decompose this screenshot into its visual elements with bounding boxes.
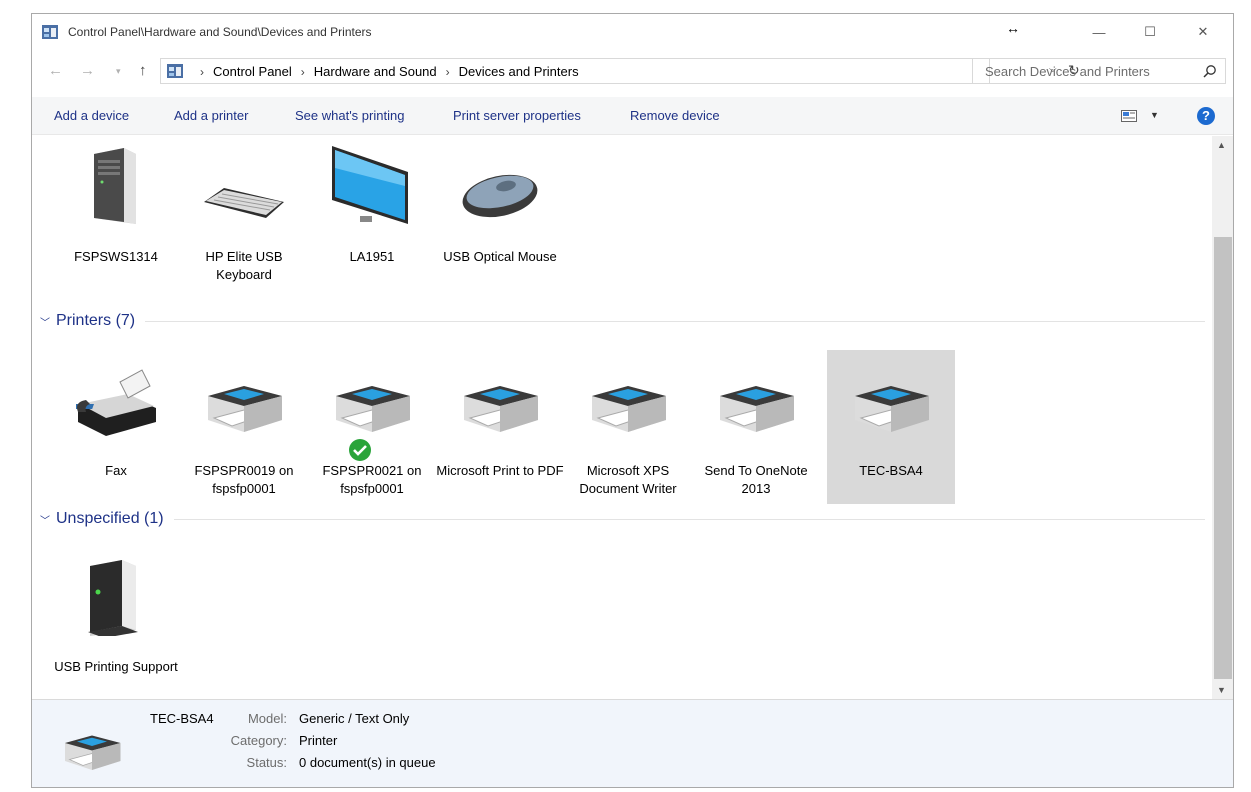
change-view-icon[interactable] [1121, 110, 1137, 122]
default-printer-check-icon [349, 439, 371, 461]
device-tile-hp-elite-usb-keyboard[interactable]: HP Elite USB Keyboard [180, 136, 308, 290]
printer-label: FSPSPR0021 on fspsfp0001 [322, 463, 422, 496]
unspecified-group-title: Unspecified (1) [56, 510, 164, 527]
scroll-down-arrow-icon[interactable]: ▼ [1217, 685, 1226, 695]
category-key: Category: [230, 733, 287, 748]
printer-label: Microsoft Print to PDF [436, 463, 564, 478]
close-button[interactable]: ✕ [1180, 14, 1226, 50]
fax-icon [76, 369, 156, 436]
device-tile-usb-printing-support[interactable]: USB Printing Support [52, 546, 180, 699]
search-placeholder: Search Devices and Printers [985, 64, 1150, 79]
collapse-chevron-icon[interactable]: ﹀ [40, 512, 50, 527]
model-value: Generic / Text Only [299, 711, 410, 726]
breadcrumb-devices-and-printers[interactable]: Devices and Printers [459, 64, 579, 79]
see-whats-printing-button[interactable]: See what's printing [295, 108, 404, 123]
print-server-properties-button[interactable]: Print server properties [453, 108, 581, 123]
device-label: USB Printing Support [54, 659, 178, 674]
monitor-icon [332, 146, 408, 224]
category-value: Printer [299, 733, 338, 748]
printer-tile-send-to-onenote-2013[interactable]: Send To OneNote 2013 [692, 350, 820, 504]
remove-device-button[interactable]: Remove device [630, 108, 720, 123]
printer-label: Fax [105, 463, 127, 478]
view-options-chevron-icon[interactable]: ▼ [1150, 110, 1159, 120]
computer-tower-icon [94, 148, 136, 224]
search-icon[interactable] [1203, 64, 1217, 78]
usb-device-icon [88, 560, 138, 636]
printer-tile-tec-bsa4[interactable]: TEC-BSA4 [827, 350, 955, 504]
navigation-bar: ← → ▾ ↑ › Control Panel › Hardware and S… [32, 51, 1233, 93]
status-key: Status: [246, 755, 287, 770]
device-label: HP Elite USB Keyboard [205, 249, 283, 282]
device-label: FSPSWS1314 [74, 249, 158, 264]
printers-group-title: Printers (7) [56, 312, 136, 329]
resize-cursor-icon: ↔ [1006, 20, 1020, 36]
model-label: Model: [247, 711, 287, 726]
device-tile-fspsws1314[interactable]: FSPSWS1314 [52, 136, 180, 290]
breadcrumb-separator-icon[interactable]: › [200, 65, 204, 79]
collapse-chevron-icon[interactable]: ﹀ [40, 314, 50, 329]
devices-and-printers-window: Control Panel\Hardware and Sound\Devices… [31, 13, 1234, 788]
maximize-button[interactable]: ☐ [1127, 14, 1173, 50]
printer-icon [336, 386, 410, 432]
printer-label: TEC-BSA4 [859, 463, 923, 478]
mouse-icon [462, 174, 538, 218]
recent-locations-chevron-icon[interactable]: ▾ [116, 66, 121, 77]
device-label: USB Optical Mouse [443, 249, 557, 264]
breadcrumb-separator-icon[interactable]: › [446, 65, 450, 79]
printer-icon [65, 735, 121, 770]
details-pane: TEC-BSA4 Model: Generic / Text Only Cate… [32, 699, 1233, 787]
command-bar: Add a device Add a printer See what's pr… [32, 97, 1233, 135]
printer-icon [464, 386, 538, 432]
device-label: LA1951 [349, 249, 395, 264]
printer-tile-microsoft-xps-document-writer[interactable]: Microsoft XPS Document Writer [564, 350, 692, 504]
control-panel-icon [167, 64, 183, 78]
printers-group-header[interactable]: ﹀ Printers (7) [40, 310, 1205, 332]
scroll-up-arrow-icon[interactable]: ▲ [1217, 140, 1226, 150]
device-tile-la1951[interactable]: LA1951 [308, 136, 436, 290]
printer-icon [855, 386, 929, 432]
printer-tile-microsoft-print-to-pdf[interactable]: Microsoft Print to PDF [436, 350, 564, 504]
printer-tile-fspspr0019[interactable]: FSPSPR0019 on fspsfp0001 [180, 350, 308, 504]
device-tile-usb-optical-mouse[interactable]: USB Optical Mouse [436, 136, 564, 290]
breadcrumb: › Control Panel › Hardware and Sound › D… [191, 64, 579, 79]
printer-icon [208, 386, 282, 432]
printer-icon [592, 386, 666, 432]
breadcrumb-control-panel[interactable]: Control Panel [213, 64, 292, 79]
add-printer-button[interactable]: Add a printer [174, 108, 248, 123]
group-divider [145, 320, 1205, 322]
unspecified-group-header[interactable]: ﹀ Unspecified (1) [40, 508, 1205, 530]
status-value: 0 document(s) in queue [299, 755, 436, 770]
vertical-scrollbar[interactable]: ▲ ▼ [1212, 136, 1233, 699]
window-title: Control Panel\Hardware and Sound\Devices… [68, 25, 372, 39]
minimize-button[interactable]: — [1076, 14, 1122, 50]
model-key: Model: [147, 711, 287, 726]
help-icon[interactable]: ? [1197, 107, 1215, 125]
keyboard-icon [204, 188, 284, 218]
group-divider [173, 518, 1205, 520]
title-bar: Control Panel\Hardware and Sound\Devices… [32, 14, 1233, 50]
printer-tile-fspspr0021[interactable]: FSPSPR0021 on fspsfp0001 [308, 350, 436, 504]
printer-label: FSPSPR0019 on fspsfp0001 [194, 463, 294, 496]
printer-icon [720, 386, 794, 432]
printer-label: Microsoft XPS Document Writer [579, 463, 677, 496]
control-panel-icon [42, 25, 58, 39]
up-arrow-icon[interactable]: ↑ [139, 62, 147, 79]
printer-tile-fax[interactable]: Fax [52, 350, 180, 504]
breadcrumb-separator-icon[interactable]: › [301, 65, 305, 79]
breadcrumb-hardware-and-sound[interactable]: Hardware and Sound [314, 64, 437, 79]
forward-arrow-icon[interactable]: → [80, 62, 95, 79]
device-list: FSPSWS1314 HP Elite USB Keyboard LA1951 … [32, 136, 1212, 699]
scrollbar-thumb[interactable] [1214, 237, 1232, 679]
back-arrow-icon[interactable]: ← [48, 62, 63, 79]
search-input[interactable]: Search Devices and Printers [972, 58, 1226, 84]
address-bar[interactable]: › Control Panel › Hardware and Sound › D… [160, 58, 1080, 84]
add-device-button[interactable]: Add a device [54, 108, 129, 123]
printer-label: Send To OneNote 2013 [704, 463, 808, 496]
